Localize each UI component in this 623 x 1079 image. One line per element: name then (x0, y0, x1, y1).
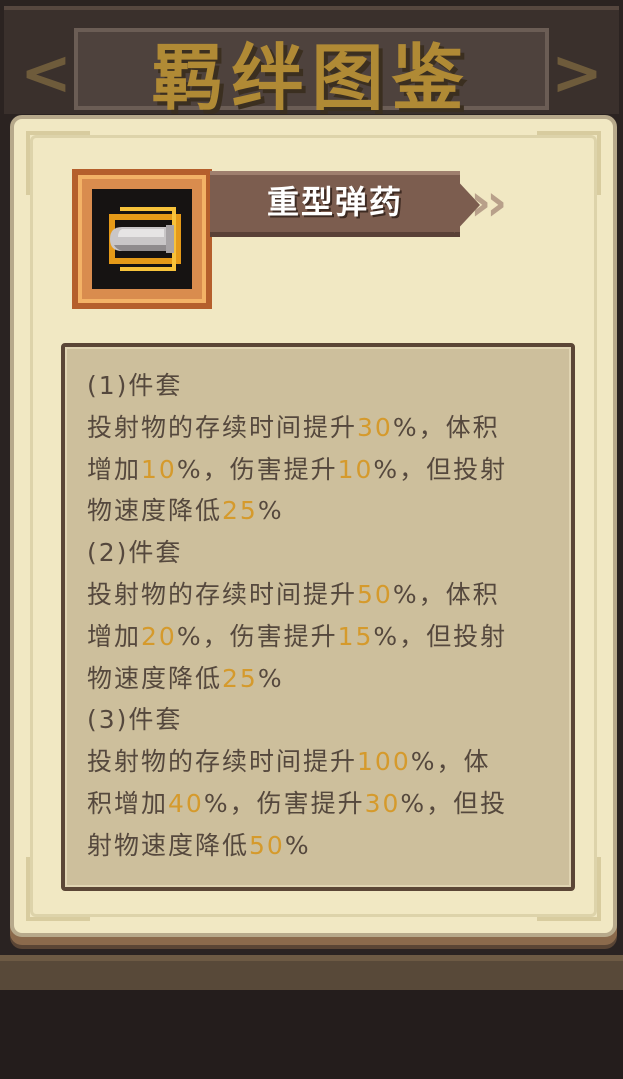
effect-text: 增加 (87, 621, 142, 651)
set-effect-line: 物速度降低25% (87, 658, 565, 700)
set-tier-title: (3)件套 (87, 705, 183, 735)
effect-text: 物速度降低 (87, 663, 223, 693)
effect-text: 投射物的存续时间提升 (87, 579, 358, 609)
effect-value: 30 (357, 412, 393, 442)
effect-text: % (257, 663, 284, 693)
chevron-right-icon: › (486, 173, 508, 233)
effect-text: %，伤害提升 (176, 454, 338, 484)
effect-text: 投射物的存续时间提升 (87, 412, 358, 442)
set-effect-line: 增加20%，伤害提升15%，但投射 (87, 616, 565, 658)
left-ornament-icon: < (20, 36, 72, 109)
set-effect-line: 积增加40%，伤害提升30%，但投 (87, 783, 565, 825)
right-ornament-icon: > (551, 36, 603, 109)
page-title: 羁绊图鉴 (151, 36, 472, 120)
bond-detail-panel: › › 重型弹药 (1)件套 投射物的存续时间提升30%，体积 增加10%，伤害提升… (10, 115, 617, 937)
effect-text: %，体积 (392, 579, 500, 609)
set-effect-line: 投射物的存续时间提升30%，体积 (87, 407, 565, 449)
effect-value: 10 (141, 454, 177, 484)
set-effect-line: 投射物的存续时间提升100%，体 (87, 741, 565, 783)
effect-text: 增加 (87, 454, 142, 484)
effect-text: %，但投 (400, 788, 508, 818)
effect-value: 15 (337, 621, 374, 651)
effect-text: 物速度降低 (87, 496, 223, 526)
background-bottom (0, 990, 623, 1079)
effect-text: %，体 (410, 747, 491, 777)
effect-value: 25 (222, 663, 258, 693)
description-text: (1)件套 投射物的存续时间提升30%，体积 增加10%，伤害提升10%，但投射 物速… (87, 365, 565, 867)
effect-value: 25 (222, 496, 258, 526)
item-icon-background (92, 189, 192, 289)
effect-text: 投射物的存续时间提升 (87, 747, 358, 777)
set-tier-title: (2)件套 (87, 538, 183, 568)
effect-text: %，但投射 (373, 454, 508, 484)
effect-text: %，但投射 (373, 621, 508, 651)
set-effect-line: 射物速度降低50% (87, 825, 565, 867)
set-effect-line: 投射物的存续时间提升50%，体积 (87, 574, 565, 616)
title-banner: < > 羁绊图鉴 (4, 6, 619, 120)
effect-value: 40 (168, 788, 204, 818)
bullet-icon (109, 207, 181, 271)
set-effect-line: 增加10%，伤害提升10%，但投射 (87, 449, 565, 491)
effect-value: 50 (357, 579, 393, 609)
effect-text: % (257, 496, 284, 526)
item-name: 重型弹药 (266, 183, 403, 221)
effect-text: %，伤害提升 (203, 788, 365, 818)
effect-value: 30 (364, 788, 401, 818)
effect-text: 积增加 (87, 788, 169, 818)
corner-ornament (537, 131, 601, 195)
effect-value: 100 (357, 747, 411, 777)
effect-value: 20 (141, 621, 177, 651)
effect-value: 10 (337, 454, 374, 484)
description-box: (1)件套 投射物的存续时间提升30%，体积 增加10%，伤害提升10%，但投射 物速… (61, 343, 575, 891)
set-tier-title: (1)件套 (87, 371, 183, 400)
effect-value: 50 (249, 830, 285, 860)
item-icon-slot[interactable] (72, 169, 212, 309)
effect-text: % (284, 830, 311, 860)
set-effect-line: 物速度降低25% (87, 490, 565, 532)
effect-text: 射物速度降低 (87, 830, 250, 860)
effect-text: %，体积 (392, 412, 500, 442)
effect-text: %，伤害提升 (176, 621, 338, 651)
